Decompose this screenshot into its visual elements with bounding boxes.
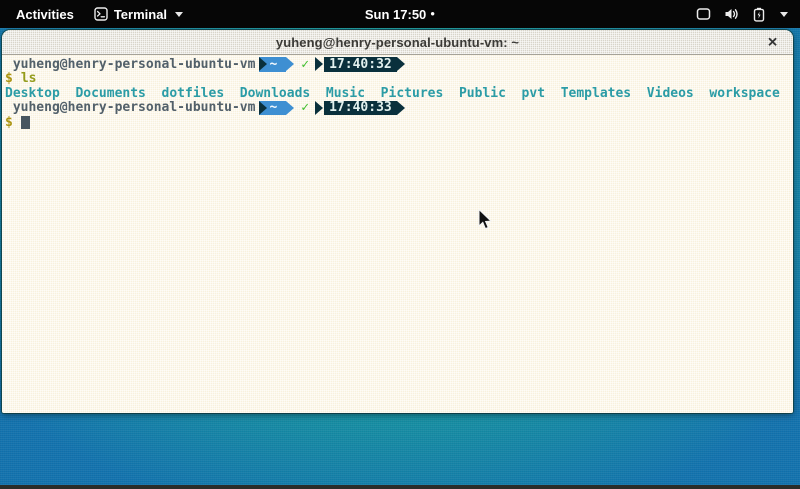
powerline-arrow-icon (315, 101, 323, 115)
prompt-cwd: ~ (267, 100, 286, 115)
powerline-arrow-icon (259, 101, 267, 115)
cwd-segment: ~ (259, 57, 286, 72)
window-titlebar[interactable]: yuheng@henry-personal-ubuntu-vm: ~ ✕ (2, 30, 793, 55)
notification-dot-icon: ● (430, 10, 435, 18)
typed-command: ls (21, 71, 37, 86)
prompt-time: 17:40:32 (324, 57, 397, 72)
status-check-icon: ✓ (301, 100, 309, 115)
clock-button[interactable]: Sun 17:50 ● (365, 7, 435, 22)
powerline-arrow-icon (286, 101, 294, 115)
powerline-arrow-icon (397, 101, 405, 115)
gnome-top-bar: Activities Terminal Sun 17:50 ● (0, 0, 800, 28)
prompt-dollar: $ (5, 115, 13, 130)
window-title: yuheng@henry-personal-ubuntu-vm: ~ (276, 35, 519, 50)
battery-charging-icon (753, 7, 765, 22)
prompt-line-2: yuheng@henry-personal-ubuntu-vm ~ ✓ 17:4… (5, 101, 790, 116)
system-menu-chevron-icon (780, 12, 788, 17)
app-menu-label: Terminal (114, 7, 167, 22)
powerline-arrow-icon (315, 57, 323, 71)
clock-label: Sun 17:50 (365, 7, 426, 22)
prompt-dollar: $ (5, 71, 13, 86)
powerline-arrow-icon (397, 57, 405, 71)
close-button[interactable]: ✕ (767, 36, 778, 49)
prompt-line-1: yuheng@henry-personal-ubuntu-vm ~ ✓ 17:4… (5, 57, 790, 72)
mouse-pointer-icon (478, 209, 493, 231)
directory-list: Desktop Documents dotfiles Downloads Mus… (5, 86, 780, 101)
prompt-user-host: yuheng@henry-personal-ubuntu-vm (5, 57, 255, 72)
terminal-content[interactable]: yuheng@henry-personal-ubuntu-vm ~ ✓ 17:4… (2, 55, 793, 413)
prompt-user-host: yuheng@henry-personal-ubuntu-vm (5, 100, 255, 115)
volume-icon (724, 7, 740, 21)
cwd-segment: ~ (259, 101, 286, 116)
command-line-ls: $ ls (5, 72, 790, 87)
terminal-block-cursor (21, 116, 30, 129)
prompt-cwd: ~ (267, 57, 286, 72)
time-segment: 17:40:33 (324, 101, 397, 116)
prompt-time: 17:40:33 (324, 100, 397, 115)
app-menu-terminal[interactable]: Terminal (94, 7, 183, 22)
powerline-arrow-icon (286, 57, 294, 71)
chevron-down-icon (175, 12, 183, 17)
display-icon (696, 7, 711, 21)
screen-bottom-edge (0, 485, 800, 489)
time-segment: 17:40:32 (324, 57, 397, 72)
powerline-arrow-icon (259, 57, 267, 71)
system-status-area[interactable] (696, 7, 800, 22)
status-check-icon: ✓ (301, 57, 309, 72)
input-line[interactable]: $ (5, 115, 790, 130)
activities-button[interactable]: Activities (12, 5, 78, 24)
ls-output-line: Desktop Documents dotfiles Downloads Mus… (5, 86, 790, 101)
terminal-icon (94, 7, 108, 21)
terminal-window: yuheng@henry-personal-ubuntu-vm: ~ ✕ yuh… (2, 30, 793, 413)
